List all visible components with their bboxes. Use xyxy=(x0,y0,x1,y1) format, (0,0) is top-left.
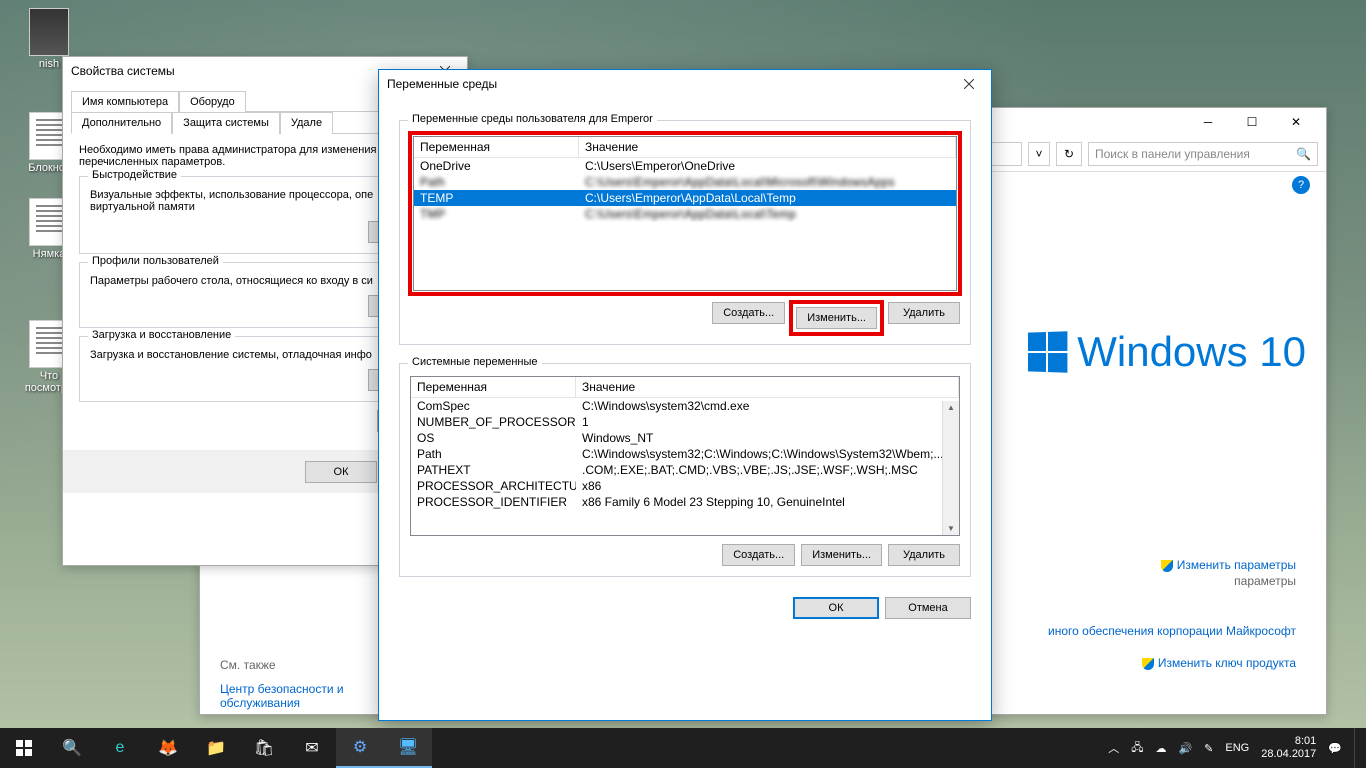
notifications-icon[interactable]: 💬 xyxy=(1328,742,1342,755)
system-vars-group: Системные переменные Переменная Значение… xyxy=(399,363,971,577)
dialog-title: Свойства системы xyxy=(71,64,423,78)
refresh-icon[interactable]: ↻ xyxy=(1056,142,1082,166)
profiles-legend: Профили пользователей xyxy=(88,255,223,267)
edge-icon[interactable]: e xyxy=(96,728,144,768)
col-value[interactable]: Значение xyxy=(579,137,956,157)
table-row[interactable]: PROCESSOR_ARCHITECTUREx86 xyxy=(411,478,959,494)
table-row[interactable]: ComSpecC:\Windows\system32\cmd.exe xyxy=(411,398,959,414)
tab-advanced[interactable]: Дополнительно xyxy=(71,112,172,134)
rdp-task-icon[interactable]: 🖥 xyxy=(384,728,432,768)
startup-legend: Загрузка и восстановление xyxy=(88,329,235,341)
minimize-button[interactable]: ─ xyxy=(1186,108,1230,136)
file-explorer-icon[interactable]: 📁 xyxy=(192,728,240,768)
onedrive-icon[interactable]: ☁ xyxy=(1155,742,1166,755)
tray-chevron-icon[interactable]: ︿ xyxy=(1108,740,1119,756)
table-row[interactable]: PATHEXT.COM;.EXE;.BAT;.CMD;.VBS;.VBE;.JS… xyxy=(411,462,959,478)
start-button[interactable] xyxy=(0,728,48,768)
dialog-title: Переменные среды xyxy=(387,77,947,91)
table-row[interactable]: PathC:\Users\Emperor\AppData\Local\Micro… xyxy=(414,174,956,190)
system-vars-list[interactable]: Переменная Значение ComSpecC:\Windows\sy… xyxy=(410,376,960,536)
scrollbar[interactable] xyxy=(942,401,959,535)
volume-icon[interactable]: 🔊 xyxy=(1178,742,1192,755)
search-icon[interactable]: 🔍 xyxy=(48,728,96,768)
system-vars-legend: Системные переменные xyxy=(408,356,542,368)
product-key-link[interactable]: Изменить ключ продукта xyxy=(1048,656,1296,670)
close-button[interactable] xyxy=(947,70,991,98)
sys-edit-button[interactable]: Изменить... xyxy=(801,544,882,566)
tab-computer-name[interactable]: Имя компьютера xyxy=(71,91,179,112)
control-panel-task-icon[interactable]: ⚙ xyxy=(336,728,384,768)
user-vars-group: Переменные среды пользователя для Empero… xyxy=(399,120,971,345)
security-center-link[interactable]: Центр безопасности и обслуживания xyxy=(220,682,400,710)
see-also-panel: См. также Центр безопасности и обслужива… xyxy=(220,658,400,730)
table-row[interactable]: PathC:\Windows\system32;C:\Windows;C:\Wi… xyxy=(411,446,959,462)
windows-10-text: Windows 10 xyxy=(1077,328,1306,376)
search-placeholder: Поиск в панели управления xyxy=(1095,147,1250,161)
table-row[interactable]: NUMBER_OF_PROCESSORS1 xyxy=(411,414,959,430)
see-also-heading: См. также xyxy=(220,658,400,672)
store-icon[interactable]: 🛍 xyxy=(240,728,288,768)
table-row[interactable]: OneDriveC:\Users\Emperor\OneDrive xyxy=(414,158,956,174)
table-row[interactable]: PROCESSOR_IDENTIFIERx86 Family 6 Model 2… xyxy=(411,494,959,510)
table-row[interactable]: TMPC:\Users\Emperor\AppData\Local\Temp xyxy=(414,206,956,222)
network-icon[interactable]: 🖧 xyxy=(1131,739,1143,758)
change-params-link[interactable]: Изменить параметры xyxy=(1161,558,1296,572)
col-value[interactable]: Значение xyxy=(576,377,959,397)
clock[interactable]: 8:01 28.04.2017 xyxy=(1261,735,1316,761)
shield-icon xyxy=(1161,560,1173,572)
user-edit-button[interactable]: Изменить... xyxy=(796,307,877,329)
col-variable[interactable]: Переменная xyxy=(411,377,576,397)
dropdown-icon[interactable]: ˅ xyxy=(1028,142,1050,166)
performance-legend: Быстродействие xyxy=(88,169,181,181)
system-tray: ︿ 🖧 ☁ 🔊 ✎ ENG 8:01 28.04.2017 💬 xyxy=(1108,728,1366,768)
user-delete-button[interactable]: Удалить xyxy=(888,302,960,324)
user-vars-legend: Переменные среды пользователя для Empero… xyxy=(408,113,657,125)
close-button[interactable]: ✕ xyxy=(1274,108,1318,136)
sys-new-button[interactable]: Создать... xyxy=(722,544,795,566)
user-vars-list[interactable]: Переменная Значение OneDriveC:\Users\Emp… xyxy=(413,136,957,291)
cancel-button[interactable]: Отмена xyxy=(885,597,971,619)
ok-button[interactable]: ОК xyxy=(305,461,377,483)
tab-remote[interactable]: Удале xyxy=(280,112,333,134)
shield-icon xyxy=(1142,658,1154,670)
change-params-sub2: параметры xyxy=(1161,574,1296,588)
firefox-icon[interactable]: 🦊 xyxy=(144,728,192,768)
help-icon[interactable]: ? xyxy=(1292,176,1310,194)
ok-button[interactable]: ОК xyxy=(793,597,879,619)
mail-icon[interactable]: ✉ xyxy=(288,728,336,768)
maximize-button[interactable]: ☐ xyxy=(1230,108,1274,136)
titlebar[interactable]: Переменные среды xyxy=(379,70,991,98)
clock-time: 8:01 xyxy=(1261,735,1316,748)
table-row-selected[interactable]: TEMPC:\Users\Emperor\AppData\Local\Temp xyxy=(414,190,956,206)
pen-icon[interactable]: ✎ xyxy=(1204,742,1213,755)
taskbar: 🔍 e 🦊 📁 🛍 ✉ ⚙ 🖥 ︿ 🖧 ☁ 🔊 ✎ ENG 8:01 28.04… xyxy=(0,728,1366,768)
clock-date: 28.04.2017 xyxy=(1261,748,1316,761)
language-indicator[interactable]: ENG xyxy=(1225,742,1249,754)
highlight-annotation: Переменная Значение OneDriveC:\Users\Emp… xyxy=(410,133,960,294)
tab-hardware[interactable]: Оборудо xyxy=(179,91,246,112)
table-row[interactable]: OSWindows_NT xyxy=(411,430,959,446)
windows-10-branding: Windows 10 xyxy=(1027,328,1306,376)
sys-delete-button[interactable]: Удалить xyxy=(888,544,960,566)
search-icon: 🔍 xyxy=(1296,147,1311,161)
tab-protection[interactable]: Защита системы xyxy=(172,112,280,134)
col-variable[interactable]: Переменная xyxy=(414,137,579,157)
user-new-button[interactable]: Создать... xyxy=(712,302,785,324)
show-desktop-button[interactable] xyxy=(1354,728,1360,768)
highlight-annotation: Изменить... xyxy=(791,302,882,334)
photo-icon xyxy=(29,8,69,56)
search-input[interactable]: Поиск в панели управления 🔍 xyxy=(1088,142,1318,166)
ms-software-link[interactable]: иного обеспечения корпорации Майкрософт xyxy=(1048,624,1296,638)
windows-logo-icon xyxy=(1028,331,1067,372)
environment-variables-dialog: Переменные среды Переменные среды пользо… xyxy=(378,69,992,721)
